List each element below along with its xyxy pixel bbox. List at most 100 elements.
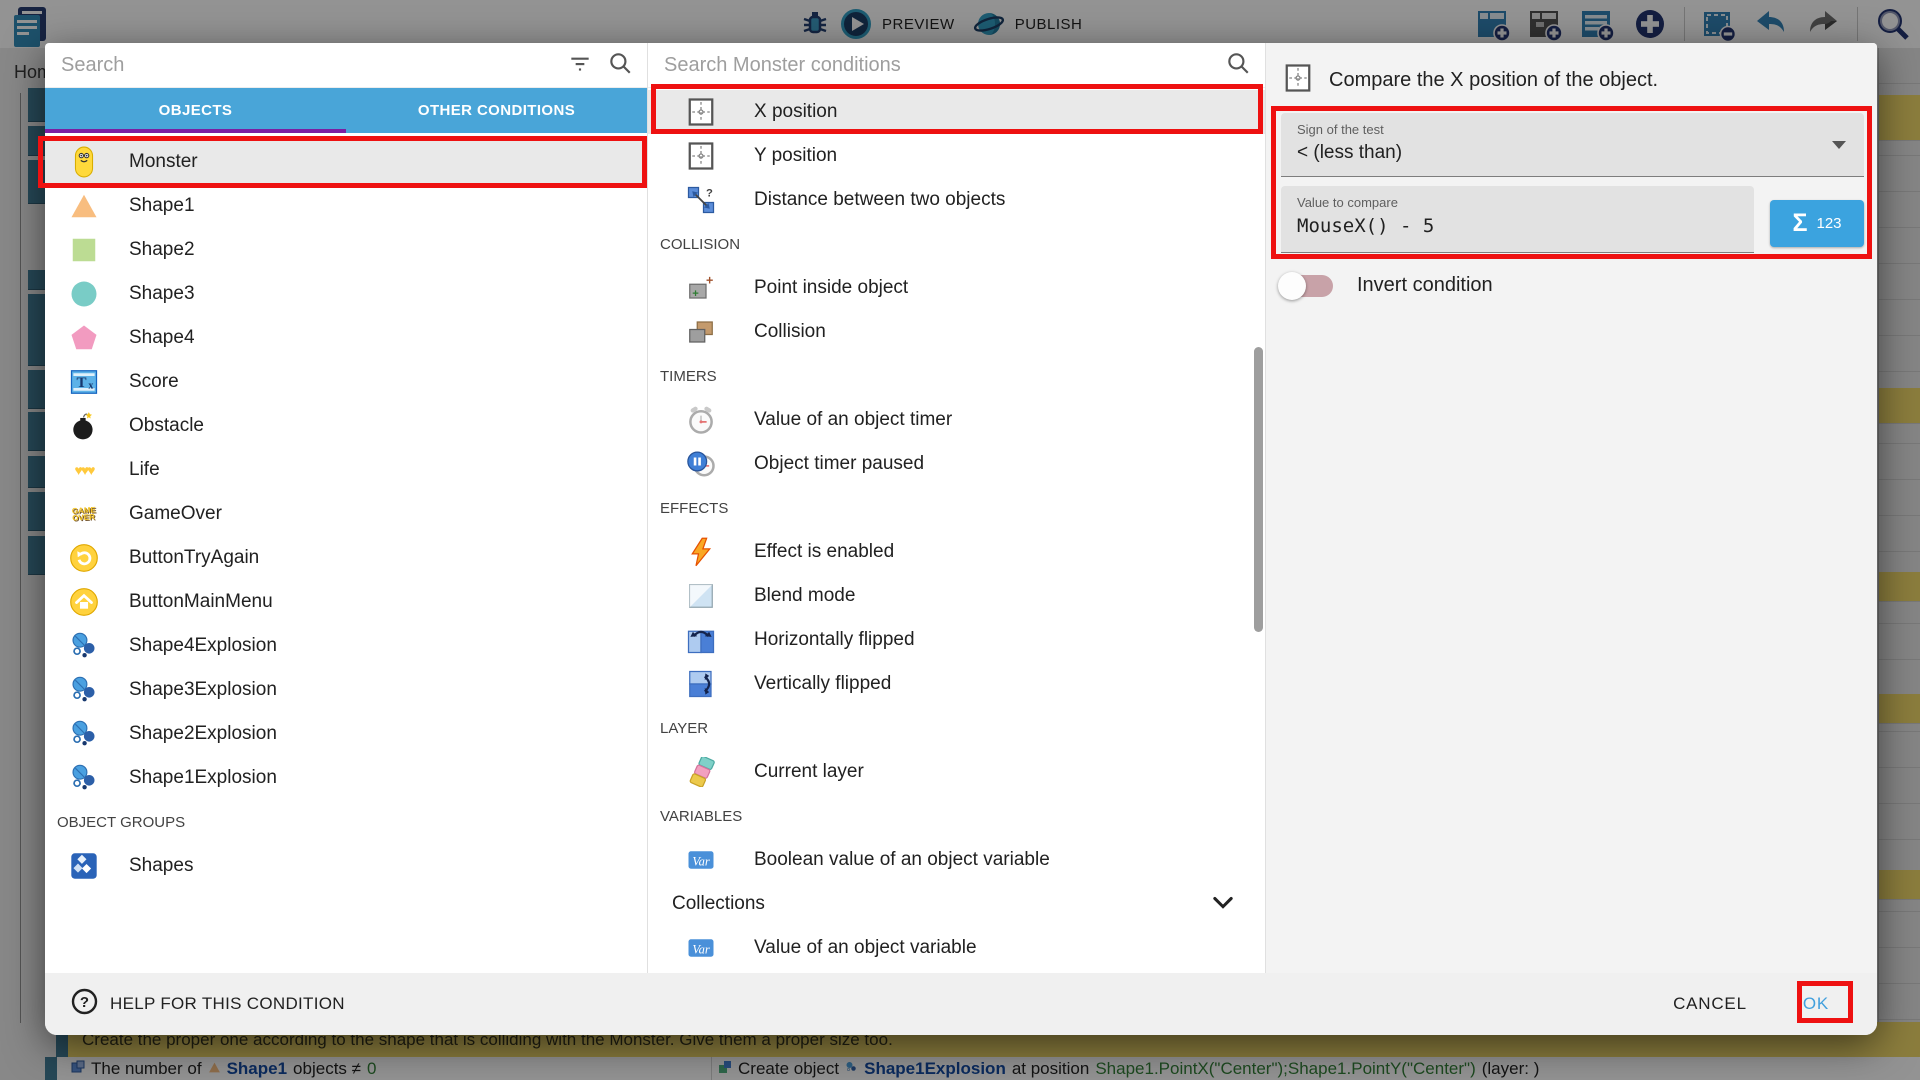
- object-label: ButtonTryAgain: [129, 547, 259, 569]
- numbers-badge: 123: [1816, 215, 1841, 232]
- tab-other-conditions[interactable]: OTHER CONDITIONS: [346, 88, 647, 133]
- object-label: Life: [129, 459, 160, 481]
- particles-icon: [67, 761, 101, 795]
- bomb-icon: [67, 409, 101, 443]
- object-label: Obstacle: [129, 415, 204, 437]
- object-row-shape1explosion[interactable]: Shape1Explosion: [45, 756, 647, 800]
- conditions-scrollbar[interactable]: [1254, 347, 1263, 632]
- condition-label: Collision: [754, 321, 826, 343]
- condition-item-boolean-value-of-an-object-variable[interactable]: VarBoolean value of an object variable: [648, 838, 1265, 882]
- search-icon: [1225, 50, 1251, 81]
- filter-icon[interactable]: [567, 50, 593, 81]
- object-row-shape3[interactable]: Shape3: [45, 272, 647, 316]
- object-row-shape2explosion[interactable]: Shape2Explosion: [45, 712, 647, 756]
- value-to-compare-value: MouseX() - 5: [1297, 215, 1754, 237]
- expression-builder-button[interactable]: Σ 123: [1770, 200, 1864, 247]
- svg-text:T: T: [76, 375, 86, 391]
- condition-label: Vertically flipped: [754, 673, 891, 695]
- object-row-shape1[interactable]: Shape1: [45, 184, 647, 228]
- condition-item-point-inside-object[interactable]: ++Point inside object: [648, 266, 1265, 310]
- active-tab-underline: [45, 129, 346, 133]
- ok-button[interactable]: OK: [1803, 994, 1829, 1014]
- particles-icon: [67, 629, 101, 663]
- svg-text:?: ?: [80, 994, 89, 1011]
- blend-icon: [684, 579, 718, 613]
- retry-button-icon: [67, 541, 101, 575]
- condition-label: Horizontally flipped: [754, 629, 915, 651]
- sign-of-test-dropdown[interactable]: Sign of the test < (less than): [1281, 113, 1864, 177]
- condition-item-value-of-an-object-variable[interactable]: VarValue of an object variable: [648, 926, 1265, 970]
- condition-label: Value of an object variable: [754, 937, 977, 959]
- value-to-compare-field[interactable]: Value to compare MouseX() - 5: [1281, 186, 1754, 253]
- object-row-gameover[interactable]: GAMEOVERGameOver: [45, 492, 647, 536]
- object-label: Shape3Explosion: [129, 679, 277, 701]
- object-search-bar: [45, 43, 647, 88]
- condition-item-value-of-an-object-timer[interactable]: Value of an object timer: [648, 398, 1265, 442]
- field-label: Value to compare: [1297, 195, 1754, 210]
- object-search-input[interactable]: [61, 54, 553, 77]
- condition-search-input[interactable]: [664, 54, 1211, 77]
- object-row-shape3explosion[interactable]: Shape3Explosion: [45, 668, 647, 712]
- position-icon: [684, 95, 718, 129]
- object-row-score[interactable]: Tx Score: [45, 360, 647, 404]
- shapes-group-icon: [67, 849, 101, 883]
- toggle-knob: [1278, 272, 1306, 300]
- group-label: Shapes: [129, 855, 193, 877]
- section-header-effects: EFFECTS: [648, 486, 1265, 530]
- section-header-collision: COLLISION: [648, 222, 1265, 266]
- tab-objects[interactable]: OBJECTS: [45, 88, 346, 133]
- condition-label: Current layer: [754, 761, 864, 783]
- object-row-shape2[interactable]: Shape2: [45, 228, 647, 272]
- flip-v-icon: [684, 667, 718, 701]
- svg-text:x: x: [88, 380, 93, 391]
- condition-item-y-position[interactable]: Y position: [648, 134, 1265, 178]
- flip-h-icon: [684, 623, 718, 657]
- condition-item-effect-is-enabled[interactable]: Effect is enabled: [648, 530, 1265, 574]
- condition-label: Y position: [754, 145, 837, 167]
- object-row-shape4explosion[interactable]: Shape4Explosion: [45, 624, 647, 668]
- object-label: Shape1Explosion: [129, 767, 277, 789]
- object-row-buttonmainmenu[interactable]: ButtonMainMenu: [45, 580, 647, 624]
- object-label: Monster: [129, 151, 198, 173]
- object-row-monster[interactable]: Monster: [45, 140, 647, 184]
- condition-item-x-position[interactable]: X position: [648, 90, 1265, 134]
- objects-list: Monster Shape1 Shape2 Shape3 Shape4 Tx Score Ob…: [45, 133, 647, 973]
- condition-item-horizontally-flipped[interactable]: Horizontally flipped: [648, 618, 1265, 662]
- cancel-button[interactable]: CANCEL: [1673, 994, 1747, 1014]
- invert-condition-label: Invert condition: [1357, 274, 1493, 297]
- group-row-shapes[interactable]: Shapes: [45, 844, 647, 888]
- object-row-shape4[interactable]: Shape4: [45, 316, 647, 360]
- section-header-variables: VARIABLES: [648, 794, 1265, 838]
- object-label: Shape2Explosion: [129, 723, 277, 745]
- object-row-buttontryagain[interactable]: ButtonTryAgain: [45, 536, 647, 580]
- object-row-obstacle[interactable]: Obstacle: [45, 404, 647, 448]
- position-icon: [684, 139, 718, 173]
- expander-collections[interactable]: Collections: [648, 882, 1265, 926]
- object-row-life[interactable]: ♥♥♥Life: [45, 448, 647, 492]
- condition-item-vertically-flipped[interactable]: Vertically flipped: [648, 662, 1265, 706]
- screen: PREVIEW PUBLISH Home Create the proper o…: [0, 0, 1920, 1080]
- condition-editor-dialog: OBJECTS OTHER CONDITIONS Monster Shape1 Sh…: [45, 43, 1877, 1035]
- dialog-footer: ? HELP FOR THIS CONDITION CANCEL OK: [45, 973, 1877, 1035]
- svg-text:?: ?: [706, 187, 713, 199]
- particles-icon: [67, 717, 101, 751]
- condition-item-current-layer[interactable]: Current layer: [648, 750, 1265, 794]
- home-button-icon: [67, 585, 101, 619]
- condition-item-object-timer-paused[interactable]: Object timer paused: [648, 442, 1265, 486]
- sigma-icon: Σ: [1792, 211, 1807, 236]
- object-label: Shape3: [129, 283, 195, 305]
- search-icon: [607, 50, 633, 81]
- section-header-layer: LAYER: [648, 706, 1265, 750]
- particles-icon: [67, 673, 101, 707]
- invert-condition-toggle[interactable]: [1281, 275, 1333, 297]
- timer-paused-icon: [684, 447, 718, 481]
- help-label: HELP FOR THIS CONDITION: [110, 994, 345, 1014]
- condition-item-distance-between-two-objects[interactable]: ?Distance between two objects: [648, 178, 1265, 222]
- help-button[interactable]: ? HELP FOR THIS CONDITION: [71, 988, 345, 1020]
- condition-item-collision[interactable]: Collision: [648, 310, 1265, 354]
- collision-icon: [684, 315, 718, 349]
- condition-item-blend-mode[interactable]: Blend mode: [648, 574, 1265, 618]
- object-panel-tabs: OBJECTS OTHER CONDITIONS: [45, 88, 647, 133]
- object-label: Shape2: [129, 239, 195, 261]
- object-label: Score: [129, 371, 179, 393]
